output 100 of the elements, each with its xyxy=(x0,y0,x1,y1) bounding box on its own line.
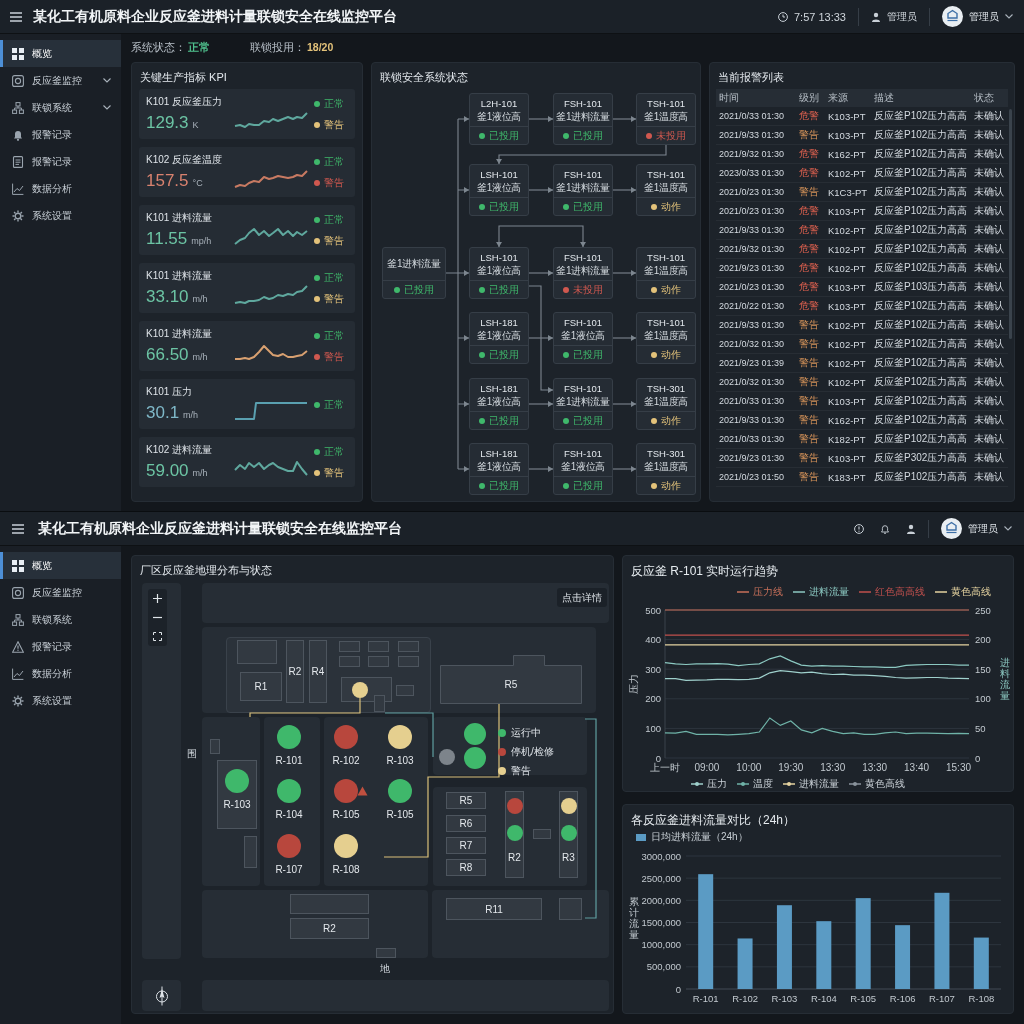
sidebar-item[interactable]: 数据分析 xyxy=(0,175,121,202)
building: R8 xyxy=(446,859,486,876)
axis-tick-label: 200 xyxy=(975,634,991,646)
building: R5 xyxy=(446,792,486,809)
interlock-node[interactable]: FSH-101 釜1进料流量 已投用 xyxy=(553,93,613,145)
interlock-node[interactable]: LSH-101 釜1液位高 已投用 xyxy=(469,164,529,216)
interlock-node[interactable]: FSH-101 釜1液位高 已投用 xyxy=(553,443,613,495)
sidebar-item[interactable]: 报警记录 xyxy=(0,148,121,175)
alarm-level: 警告 xyxy=(796,334,825,354)
sidebar-item[interactable]: 系统设置 xyxy=(0,202,121,229)
sidebar-item[interactable]: 概览 xyxy=(0,40,121,67)
flow-arrow xyxy=(612,466,637,472)
sidebar-item[interactable]: 联锁系统 xyxy=(0,606,121,633)
status-label: 警告 xyxy=(324,175,344,190)
table-cell: K103-PT xyxy=(825,296,871,316)
alarm-level: 警告 xyxy=(796,391,825,411)
node-tag: LSH-181 xyxy=(480,316,518,329)
interlock-node[interactable]: LSH-101 釜1液位高 已投用 xyxy=(469,247,529,299)
sidebar-item[interactable]: 联锁系统 xyxy=(0,94,121,121)
node-description: 釜1液位高 xyxy=(477,181,521,194)
legend-label: 警告 xyxy=(511,764,531,778)
node-description: 釜1温度高 xyxy=(644,395,688,408)
alarm-level: 危警 xyxy=(796,107,825,126)
alarm-level: 危警 xyxy=(796,277,825,297)
fullscreen-icon xyxy=(153,632,162,641)
axis-tick-label: 250 xyxy=(975,604,991,616)
table-cell: K103-PT xyxy=(825,448,871,468)
sidebar-item[interactable]: 反应釜监控 xyxy=(0,579,121,606)
node-description: 釜1进料流量 xyxy=(556,395,610,408)
interlock-node[interactable]: TSH-101 釜1温度高 动作 xyxy=(636,247,696,299)
node-description: 釜1液位高 xyxy=(477,395,521,408)
bell-icon[interactable] xyxy=(880,523,890,534)
legend-label: 压力线 xyxy=(753,585,783,599)
status-label: 正常 xyxy=(324,329,344,344)
building: R1 xyxy=(240,672,282,701)
table-cell: K103-PT xyxy=(825,391,871,411)
building xyxy=(559,898,582,920)
building xyxy=(339,641,360,652)
building xyxy=(368,656,389,667)
detail-button[interactable]: 点击详情 xyxy=(557,588,607,607)
table-cell: 未确认 xyxy=(971,315,1008,335)
interlock-node[interactable]: TSH-101 釜1温度高 动作 xyxy=(636,312,696,364)
menu-icon[interactable] xyxy=(12,523,24,534)
user-icon xyxy=(871,11,881,22)
interlock-node[interactable]: TSH-101 釜1温度高 未投用 xyxy=(636,93,696,145)
axis-tick-label: 300 xyxy=(645,663,661,675)
kpi-name: K101 进料流量 xyxy=(146,212,214,224)
node-description: 釜1液位高 xyxy=(561,460,605,473)
node-tag: FSH-101 xyxy=(564,251,602,264)
kpi-value: 157.5 xyxy=(146,171,189,191)
interlock-node[interactable]: FSH-101 釜1液位高 已投用 xyxy=(553,312,613,364)
interlock-node[interactable]: TSH-301 釜1温度高 动作 xyxy=(636,378,696,430)
document-icon xyxy=(12,155,24,168)
table-cell: K102-PT xyxy=(825,372,871,392)
account-menu[interactable]: 管理员 xyxy=(941,518,1012,539)
table-cell: 2021/9/33 01:30 xyxy=(716,315,796,335)
interlock-node[interactable]: 釜1进料流量 已投用 xyxy=(382,247,446,299)
sidebar-item[interactable]: 系统设置 xyxy=(0,687,121,714)
app-title: 某化工有机原料企业反应釜进料计量联锁安全在线监控平台 xyxy=(33,7,397,26)
sidebar-item[interactable]: 数据分析 xyxy=(0,660,121,687)
node-status: 已投用 xyxy=(573,347,603,362)
table-cell: K103-PT xyxy=(825,107,871,126)
table-cell: 未确认 xyxy=(971,163,1008,183)
scrollbar[interactable] xyxy=(1009,109,1012,339)
interlock-node[interactable]: LSH-181 釜1液位高 已投用 xyxy=(469,312,529,364)
table-cell: 未确认 xyxy=(971,220,1008,240)
axis-title: 压力 xyxy=(628,674,639,694)
interlock-node[interactable]: TSH-301 釜1温度高 动作 xyxy=(636,443,696,495)
interlock-node[interactable]: L2H-101 釜1液位高 已投用 xyxy=(469,93,529,145)
interlock-node[interactable]: FSH-101 釜1进料流量 已投用 xyxy=(553,164,613,216)
interlock-node[interactable]: LSH-181 釜1液位高 已投用 xyxy=(469,378,529,430)
interlock-node[interactable]: LSH-181 釜1液位高 已投用 xyxy=(469,443,529,495)
user-icon[interactable] xyxy=(906,523,916,534)
account-menu[interactable]: 管理员 xyxy=(942,6,1013,27)
legend-label: 进料流量 xyxy=(799,777,839,791)
sidebar-item[interactable]: 概览 xyxy=(0,552,121,579)
node-tag: LSH-101 xyxy=(480,168,518,181)
status-label: 警告 xyxy=(324,233,344,248)
alarm-level: 危警 xyxy=(796,296,825,316)
table-cell: 未确认 xyxy=(971,296,1008,316)
building xyxy=(339,656,360,667)
reactor-label: R-101 xyxy=(275,755,303,767)
menu-icon[interactable] xyxy=(10,11,22,22)
table-cell: 反应釜P102压力高高 xyxy=(871,182,971,202)
axis-tick-label: 2500,000 xyxy=(641,872,681,884)
interlock-node[interactable]: TSH-101 釜1温度高 动作 xyxy=(636,164,696,216)
sidebar-item[interactable]: 报警记录 xyxy=(0,633,121,660)
table-cell: 2021/9/33 01:30 xyxy=(716,410,796,430)
node-description: 釜1温度高 xyxy=(644,460,688,473)
sidebar-item[interactable]: 反应釜监控 xyxy=(0,67,121,94)
interlock-node[interactable]: FSH-101 釜1进料流量 未投用 xyxy=(553,247,613,299)
table-cell: 反应釜P102压力高高 xyxy=(871,334,971,354)
axis-tick-label: 15:30 xyxy=(946,762,972,773)
settings-icon xyxy=(12,209,24,222)
alert-icon[interactable] xyxy=(854,523,864,534)
table-cell: K102-PT xyxy=(825,353,871,373)
interlock-node[interactable]: FSH-101 釜1进料流量 已投用 xyxy=(553,378,613,430)
node-status: 已投用 xyxy=(573,478,603,493)
sidebar-item[interactable]: 报警记录 xyxy=(0,121,121,148)
kpi-name: K101 进料流量 xyxy=(146,270,214,282)
